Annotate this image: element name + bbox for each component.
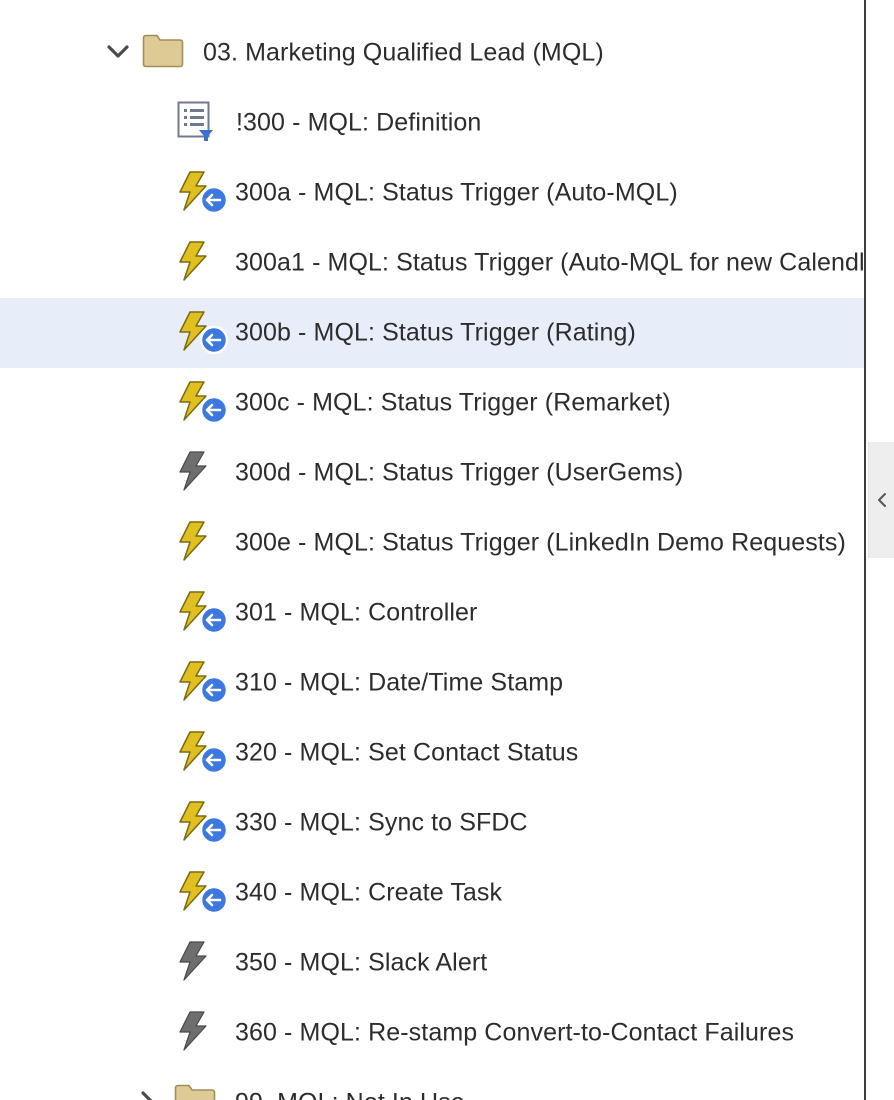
item-label: 300a1 - MQL: Status Trigger (Auto-MQL fo… [235,248,864,277]
tree-item-330[interactable]: 330 - MQL: Sync to SFDC [0,788,864,858]
trigger-inactive-icon [179,941,207,981]
item-label: 300b - MQL: Status Trigger (Rating) [235,318,636,347]
tree-item-320[interactable]: 320 - MQL: Set Contact Status [0,718,864,788]
tree-item-300a1[interactable]: 300a1 - MQL: Status Trigger (Auto-MQL fo… [0,228,864,298]
folder-label: 99. MQL: Not In Use [235,1089,465,1100]
collapse-panel-button[interactable] [868,442,894,558]
tree-item-310[interactable]: 310 - MQL: Date/Time Stamp [0,648,864,718]
tree-item-300a[interactable]: 300a - MQL: Status Trigger (Auto-MQL) [0,158,864,228]
program-tree: 03. Marketing Qualified Lead (MQL) !300 … [0,0,864,1100]
item-label: !300 - MQL: Definition [236,108,482,137]
trigger-requestable-icon [179,871,229,914]
trigger-active-icon [179,241,207,281]
trigger-requestable-icon [179,381,229,424]
tree-item-300d[interactable]: 300d - MQL: Status Trigger (UserGems) [0,438,864,508]
folder-row-not-in-use[interactable]: 99. MQL: Not In Use [0,1068,864,1100]
chevron-right-icon[interactable] [140,1090,156,1100]
folder-icon [174,1084,216,1100]
tree-item-340[interactable]: 340 - MQL: Create Task [0,858,864,928]
item-label: 300c - MQL: Status Trigger (Remarket) [235,388,671,417]
trigger-inactive-icon [179,451,207,491]
item-label: 300e - MQL: Status Trigger (LinkedIn Dem… [235,528,846,557]
trigger-inactive-icon [179,1011,207,1051]
item-label: 350 - MQL: Slack Alert [235,948,488,977]
item-label: 360 - MQL: Re-stamp Convert-to-Contact F… [235,1018,795,1047]
tree-item-300e[interactable]: 300e - MQL: Status Trigger (LinkedIn Dem… [0,508,864,578]
item-label: 330 - MQL: Sync to SFDC [235,808,528,837]
tree-item-300c[interactable]: 300c - MQL: Status Trigger (Remarket) [0,368,864,438]
chevron-down-icon[interactable] [106,44,130,60]
item-label: 340 - MQL: Create Task [235,878,503,907]
folder-label: 03. Marketing Qualified Lead (MQL) [203,38,604,67]
trigger-requestable-icon [179,661,229,704]
tree-item-350[interactable]: 350 - MQL: Slack Alert [0,928,864,998]
item-label: 301 - MQL: Controller [235,598,478,627]
tree-item-360[interactable]: 360 - MQL: Re-stamp Convert-to-Contact F… [0,998,864,1068]
folder-icon [142,34,184,68]
trigger-active-icon [179,521,207,561]
item-label: 320 - MQL: Set Contact Status [235,738,579,767]
tree-item-300-definition[interactable]: !300 - MQL: Definition [0,88,864,158]
trigger-requestable-icon [179,591,229,634]
trigger-requestable-icon [179,801,229,844]
item-label: 310 - MQL: Date/Time Stamp [235,668,564,697]
trigger-requestable-icon [179,731,229,774]
item-label: 300a - MQL: Status Trigger (Auto-MQL) [235,178,678,207]
tree-item-300b[interactable]: 300b - MQL: Status Trigger (Rating) [0,298,864,368]
trigger-requestable-icon [179,311,229,354]
tree-item-301[interactable]: 301 - MQL: Controller [0,578,864,648]
chevron-left-icon [878,493,886,507]
folder-row-mql[interactable]: 03. Marketing Qualified Lead (MQL) [0,18,864,88]
item-label: 300d - MQL: Status Trigger (UserGems) [235,458,684,487]
smart-list-icon [177,101,213,141]
trigger-requestable-icon [179,171,229,214]
